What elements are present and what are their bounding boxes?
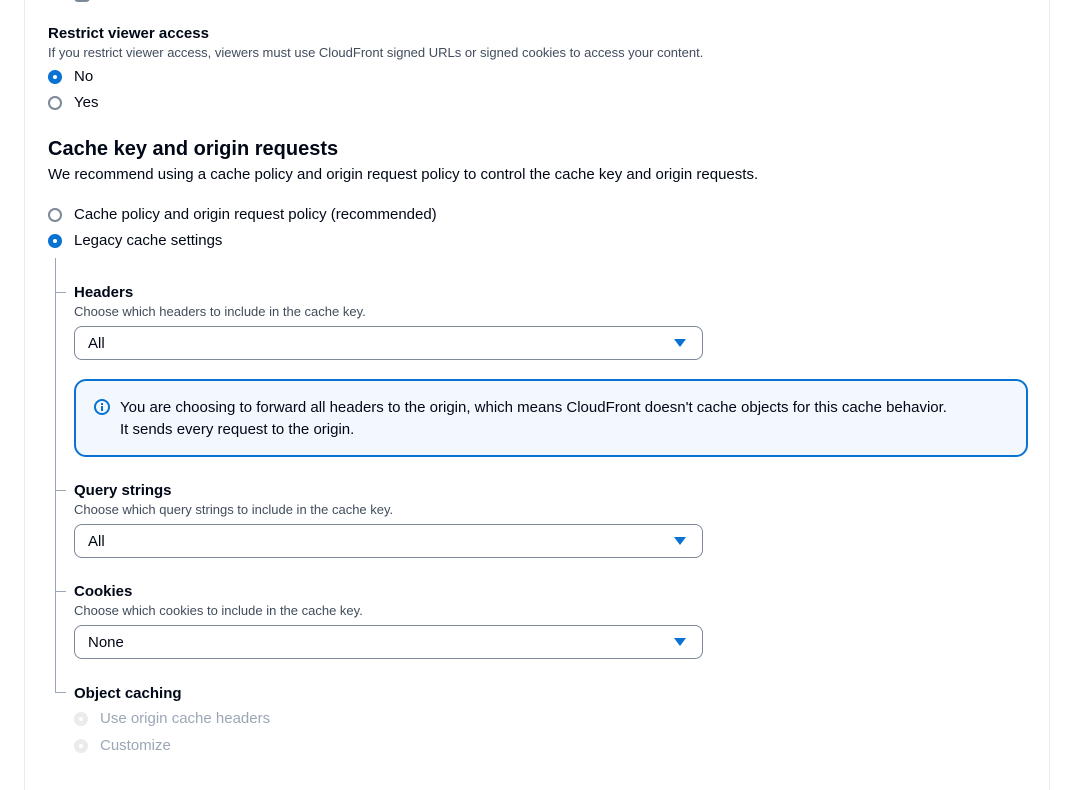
radio-button-disabled[interactable]	[74, 712, 88, 726]
cookies-label: Cookies	[74, 583, 133, 600]
tree-line	[55, 258, 56, 692]
info-icon	[94, 399, 110, 415]
restrict-viewer-access-label: Restrict viewer access	[48, 25, 209, 42]
alert-line-1: You are choosing to forward all headers …	[120, 399, 947, 416]
cache-key-description: We recommend using a cache policy and or…	[48, 166, 759, 183]
radio-button-disabled[interactable]	[74, 739, 88, 753]
query-strings-label: Query strings	[74, 482, 172, 499]
alert-text: You are choosing to forward all headers …	[120, 397, 947, 441]
info-alert: You are choosing to forward all headers …	[74, 379, 1028, 457]
radio-label: Cache policy and origin request policy (…	[74, 206, 437, 223]
radio-restrict-yes[interactable]: Yes	[48, 93, 98, 113]
radio-label: Use origin cache headers	[100, 710, 271, 727]
tree-branch	[55, 591, 66, 592]
restrict-viewer-access-description: If you restrict viewer access, viewers m…	[48, 45, 704, 60]
query-strings-select-value: All	[88, 532, 105, 550]
caret-down-icon	[674, 537, 686, 545]
caret-down-icon	[674, 339, 686, 347]
radio-label: Legacy cache settings	[74, 232, 223, 249]
radio-customize[interactable]: Customize	[74, 736, 171, 756]
radio-label: Customize	[100, 737, 171, 754]
radio-legacy-cache[interactable]: Legacy cache settings	[48, 231, 222, 251]
query-strings-description: Choose which query strings to include in…	[74, 502, 394, 517]
headers-description: Choose which headers to include in the c…	[74, 304, 366, 319]
radio-label: No	[74, 68, 94, 85]
object-caching-label: Object caching	[74, 685, 182, 702]
headers-select[interactable]: All	[74, 326, 703, 360]
headers-select-value: All	[88, 334, 105, 352]
radio-button-checked[interactable]	[48, 70, 62, 84]
alert-line-2: It sends every request to the origin.	[120, 421, 355, 438]
tree-branch	[55, 692, 66, 693]
query-strings-select[interactable]: All	[74, 524, 703, 558]
radio-use-origin-cache-headers[interactable]: Use origin cache headers	[74, 709, 270, 729]
radio-button[interactable]	[48, 96, 62, 110]
cookies-select-value: None	[88, 633, 124, 651]
radio-button-checked[interactable]	[48, 234, 62, 248]
headers-label: Headers	[74, 284, 134, 301]
tree-branch	[55, 292, 66, 293]
radio-label: Yes	[74, 94, 99, 111]
cookies-select[interactable]: None	[74, 625, 703, 659]
radio-restrict-no[interactable]: No	[48, 67, 93, 87]
radio-cache-policy[interactable]: Cache policy and origin request policy (…	[48, 205, 437, 225]
cache-key-heading: Cache key and origin requests	[48, 138, 339, 160]
radio-button[interactable]	[48, 208, 62, 222]
cookies-description: Choose which cookies to include in the c…	[74, 603, 363, 618]
tree-branch	[55, 490, 66, 491]
caret-down-icon	[674, 638, 686, 646]
